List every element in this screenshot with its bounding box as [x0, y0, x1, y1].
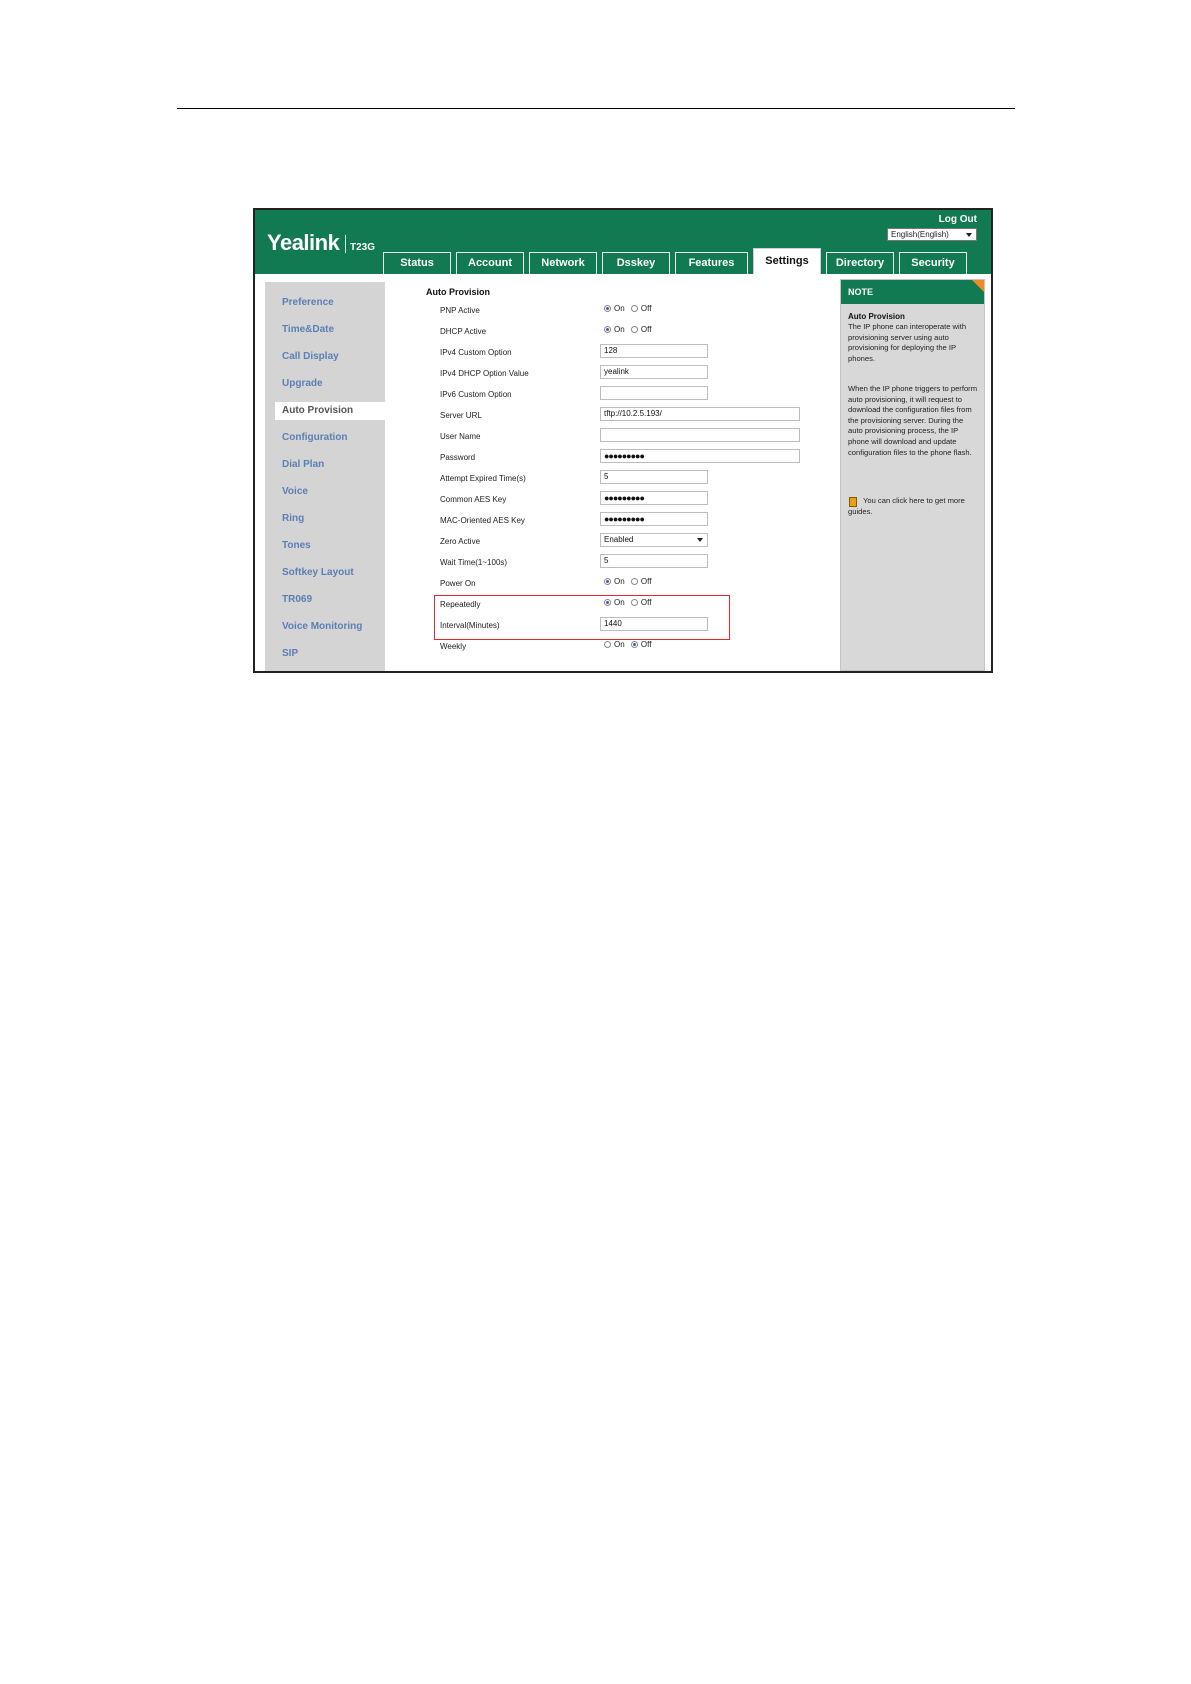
- pnp-active-label: PNP Active: [440, 306, 480, 315]
- zero-active-row: Zero Active Enabled: [255, 532, 815, 552]
- common-aes-key-input[interactable]: ●●●●●●●●●: [600, 491, 708, 505]
- yealink-logo: Yealink: [267, 230, 340, 255]
- pnp-active-off-radio[interactable]: [630, 305, 638, 312]
- tab-dsskey[interactable]: Dsskey: [602, 252, 670, 274]
- radio-on-label: On: [614, 304, 625, 313]
- note-panel: NOTE Auto Provision The IP phone can int…: [840, 279, 985, 671]
- dhcp-active-row: DHCP Active On Off: [255, 322, 815, 342]
- zero-active-label: Zero Active: [440, 537, 481, 546]
- dhcp-active-label: DHCP Active: [440, 327, 487, 336]
- tab-features[interactable]: Features: [675, 252, 748, 274]
- radio-on-label: On: [614, 325, 625, 334]
- radio-off-label: Off: [640, 304, 652, 313]
- ipv4-custom-option-row: IPv4 Custom Option 128: [255, 343, 815, 363]
- model-label: T23G: [350, 242, 376, 253]
- radio-on-label: On: [614, 577, 625, 586]
- mac-oriented-aes-key-row: MAC-Oriented AES Key ●●●●●●●●●: [255, 511, 815, 531]
- radio-off-label: Off: [640, 325, 652, 334]
- tab-network[interactable]: Network: [529, 252, 597, 274]
- language-value: English(English): [891, 230, 949, 239]
- user-name-label: User Name: [440, 432, 481, 441]
- password-label: Password: [440, 453, 476, 462]
- radio-off-label: Off: [640, 577, 652, 586]
- weekly-on-radio[interactable]: [604, 641, 611, 648]
- note-paragraph-1: The IP phone can interoperate with provi…: [848, 322, 967, 363]
- common-aes-key-row: Common AES Key ●●●●●●●●●: [255, 490, 815, 510]
- server-url-input[interactable]: tftp://10.2.5.193/: [600, 407, 800, 421]
- weekly-row: Weekly On Off: [255, 637, 815, 657]
- wait-time-input[interactable]: 5: [600, 554, 708, 568]
- logout-link[interactable]: Log Out: [939, 214, 977, 225]
- document-header-rule: [177, 108, 1015, 109]
- ipv4-dhcp-option-value-row: IPv4 DHCP Option Value yealink: [255, 364, 815, 384]
- tab-settings[interactable]: Settings: [753, 248, 821, 275]
- password-input[interactable]: ●●●●●●●●●: [600, 449, 800, 463]
- logo-separator: [345, 235, 346, 253]
- note-title: Auto Provision: [848, 312, 905, 321]
- weekly-off-radio[interactable]: [630, 641, 638, 648]
- weekly-radios: On Off: [604, 640, 655, 649]
- wait-time-label: Wait Time(1~100s): [440, 558, 508, 567]
- ipv4-dhcp-option-value-label: IPv4 DHCP Option Value: [440, 369, 529, 378]
- dhcp-active-on-radio[interactable]: [604, 326, 611, 333]
- guide-link[interactable]: You can click here to get more guides.: [848, 496, 978, 517]
- dhcp-active-radios: On Off: [604, 325, 655, 334]
- chevron-down-icon: [697, 538, 703, 542]
- pnp-active-on-radio[interactable]: [604, 305, 611, 312]
- wait-time-row: Wait Time(1~100s) 5: [255, 553, 815, 573]
- note-header: NOTE: [841, 280, 984, 304]
- ipv4-dhcp-option-value-input[interactable]: yealink: [600, 365, 708, 379]
- dhcp-active-off-radio[interactable]: [630, 326, 638, 333]
- power-on-off-radio[interactable]: [630, 578, 638, 585]
- zero-active-value: Enabled: [604, 535, 634, 544]
- power-on-label: Power On: [440, 579, 476, 588]
- weekly-label: Weekly: [440, 642, 467, 651]
- common-aes-key-label: Common AES Key: [440, 495, 507, 504]
- chevron-down-icon: [966, 233, 972, 237]
- web-ui-screenshot: Yealink T23G Log Out English(English) St…: [253, 208, 993, 673]
- radio-on-label: On: [614, 640, 625, 649]
- user-name-input[interactable]: [600, 428, 800, 442]
- attempt-expired-time-label: Attempt Expired Time(s): [440, 474, 526, 483]
- power-on-on-radio[interactable]: [604, 578, 611, 585]
- ipv4-custom-option-label: IPv4 Custom Option: [440, 348, 512, 357]
- tab-security[interactable]: Security: [899, 252, 967, 274]
- top-header: Yealink T23G Log Out English(English) St…: [255, 210, 991, 275]
- radio-off-label: Off: [640, 640, 652, 649]
- note-paragraph-2: When the IP phone triggers to perform au…: [848, 384, 978, 457]
- ipv6-custom-option-row: IPv6 Custom Option: [255, 385, 815, 405]
- note-corner-icon: [972, 280, 984, 292]
- highlight-box: [434, 595, 730, 640]
- tab-status[interactable]: Status: [383, 252, 451, 274]
- attempt-expired-time-row: Attempt Expired Time(s) 5: [255, 469, 815, 489]
- ipv4-custom-option-input[interactable]: 128: [600, 344, 708, 358]
- power-on-radios: On Off: [604, 577, 655, 586]
- mac-oriented-aes-key-label: MAC-Oriented AES Key: [440, 516, 525, 525]
- zero-active-select[interactable]: Enabled: [600, 533, 708, 547]
- mac-oriented-aes-key-input[interactable]: ●●●●●●●●●: [600, 512, 708, 526]
- ipv6-custom-option-label: IPv6 Custom Option: [440, 390, 512, 399]
- pnp-active-row: PNP Active On Off: [255, 301, 815, 321]
- server-url-row: Server URL tftp://10.2.5.193/: [255, 406, 815, 426]
- language-select[interactable]: English(English): [887, 228, 977, 241]
- tab-directory[interactable]: Directory: [826, 252, 894, 274]
- attempt-expired-time-input[interactable]: 5: [600, 470, 708, 484]
- ipv6-custom-option-input[interactable]: [600, 386, 708, 400]
- password-row: Password ●●●●●●●●●: [255, 448, 815, 468]
- content-area: Preference Time&Date Call Display Upgrad…: [255, 274, 991, 671]
- server-url-label: Server URL: [440, 411, 482, 420]
- pnp-active-radios: On Off: [604, 304, 655, 313]
- power-on-row: Power On On Off: [255, 574, 815, 594]
- section-title: Auto Provision: [426, 287, 491, 297]
- tab-account[interactable]: Account: [456, 252, 524, 274]
- user-name-row: User Name: [255, 427, 815, 447]
